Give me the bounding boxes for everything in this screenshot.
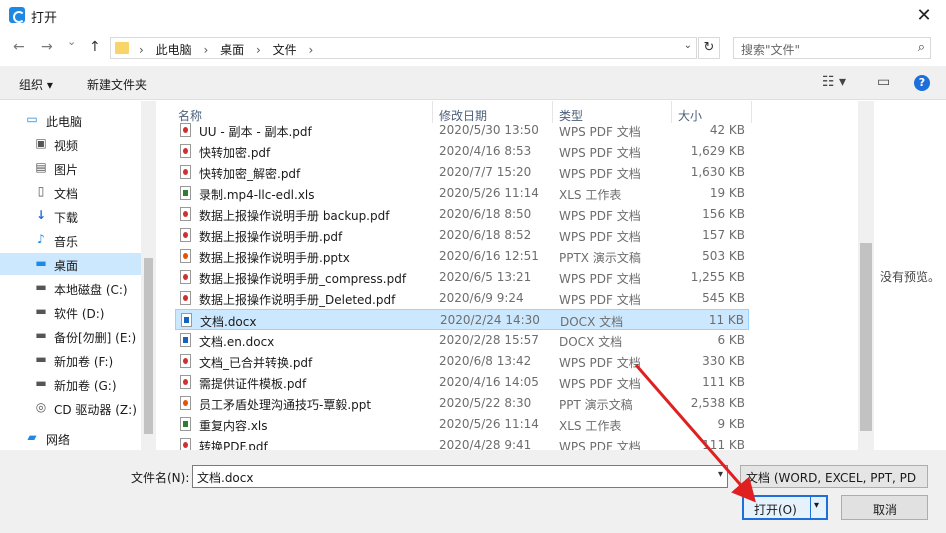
annotation-arrow xyxy=(634,364,756,503)
red-arrow-line xyxy=(634,364,756,503)
